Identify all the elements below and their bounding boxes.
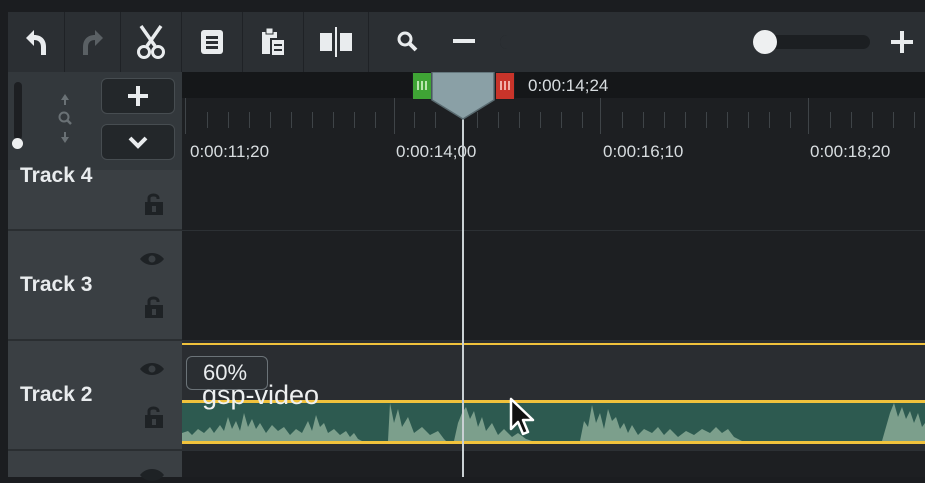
track-zoom-icon — [58, 94, 72, 143]
zoom-out-icon — [453, 39, 475, 43]
track-controls-panel — [8, 72, 182, 170]
cut-button[interactable] — [121, 12, 181, 72]
chevron-down-icon — [128, 136, 148, 149]
zoom-in-icon — [891, 31, 913, 53]
copy-button[interactable] — [182, 12, 242, 72]
zoom-slider-thumb[interactable] — [752, 30, 777, 54]
ruler-label: 0:00:14;00 — [396, 142, 477, 161]
zoom-in-button[interactable] — [884, 12, 920, 72]
paste-button[interactable] — [243, 12, 303, 72]
lock-icon[interactable] — [144, 295, 164, 319]
undo-button[interactable] — [8, 12, 64, 72]
eye-icon[interactable] — [138, 251, 166, 267]
clip-top-border — [182, 343, 925, 345]
track-header-3[interactable]: Track 3 — [8, 231, 182, 341]
playhead-line[interactable] — [462, 104, 464, 477]
track-lane-1[interactable] — [182, 451, 925, 477]
track-name: Track 4 — [20, 164, 93, 187]
track-height-slider-thumb[interactable] — [12, 138, 23, 149]
track-header-1[interactable] — [8, 451, 182, 481]
clip-name: gsp-video — [202, 380, 320, 410]
zoom-icon-button — [390, 12, 426, 72]
grip-icon — [500, 81, 510, 90]
ruler-label: 0:00:16;10 — [603, 142, 684, 161]
paste-icon — [262, 27, 286, 57]
playhead-time: 0:00:14;24 — [528, 76, 609, 95]
zoom-icon — [397, 31, 418, 52]
track-name: Track 2 — [20, 383, 93, 406]
split-button[interactable] — [304, 12, 368, 72]
zoom-slider[interactable] — [500, 30, 870, 54]
grip-icon — [417, 81, 427, 90]
plus-icon — [128, 86, 148, 106]
ruler-label: 0:00:18;20 — [810, 142, 891, 161]
track-height-slider[interactable] — [14, 82, 22, 140]
track-name: Track 3 — [20, 273, 93, 296]
lock-icon[interactable] — [144, 405, 164, 429]
eye-icon[interactable] — [138, 361, 166, 377]
cut-icon — [137, 24, 165, 59]
zoom-slider-track — [500, 35, 765, 49]
toolbar — [8, 12, 925, 72]
mouse-cursor-icon — [509, 397, 535, 436]
track-options-button[interactable] — [101, 124, 175, 160]
mark-out-handle[interactable] — [495, 72, 515, 100]
mark-in-handle[interactable] — [412, 72, 432, 100]
add-track-button[interactable] — [101, 78, 175, 114]
track-lane-3[interactable] — [182, 231, 925, 341]
track-header-4[interactable]: Track 4 — [8, 164, 182, 231]
split-icon — [320, 27, 352, 57]
timeline-ruler[interactable]: 0:00:11;20 0:00:14;00 0:00:16;10 0:00:18… — [182, 72, 925, 170]
lock-icon[interactable] — [144, 192, 164, 216]
eye-icon[interactable] — [138, 467, 166, 483]
track-header-2[interactable]: Track 2 — [8, 341, 182, 451]
undo-icon — [26, 30, 46, 55]
zoom-out-button[interactable] — [446, 12, 482, 72]
redo-icon — [82, 30, 103, 55]
track-lane-4[interactable] — [182, 170, 925, 231]
playhead-handle[interactable] — [431, 72, 495, 120]
redo-button[interactable] — [65, 12, 120, 72]
ruler-label: 0:00:11;20 — [190, 142, 270, 161]
copy-icon — [201, 30, 223, 54]
